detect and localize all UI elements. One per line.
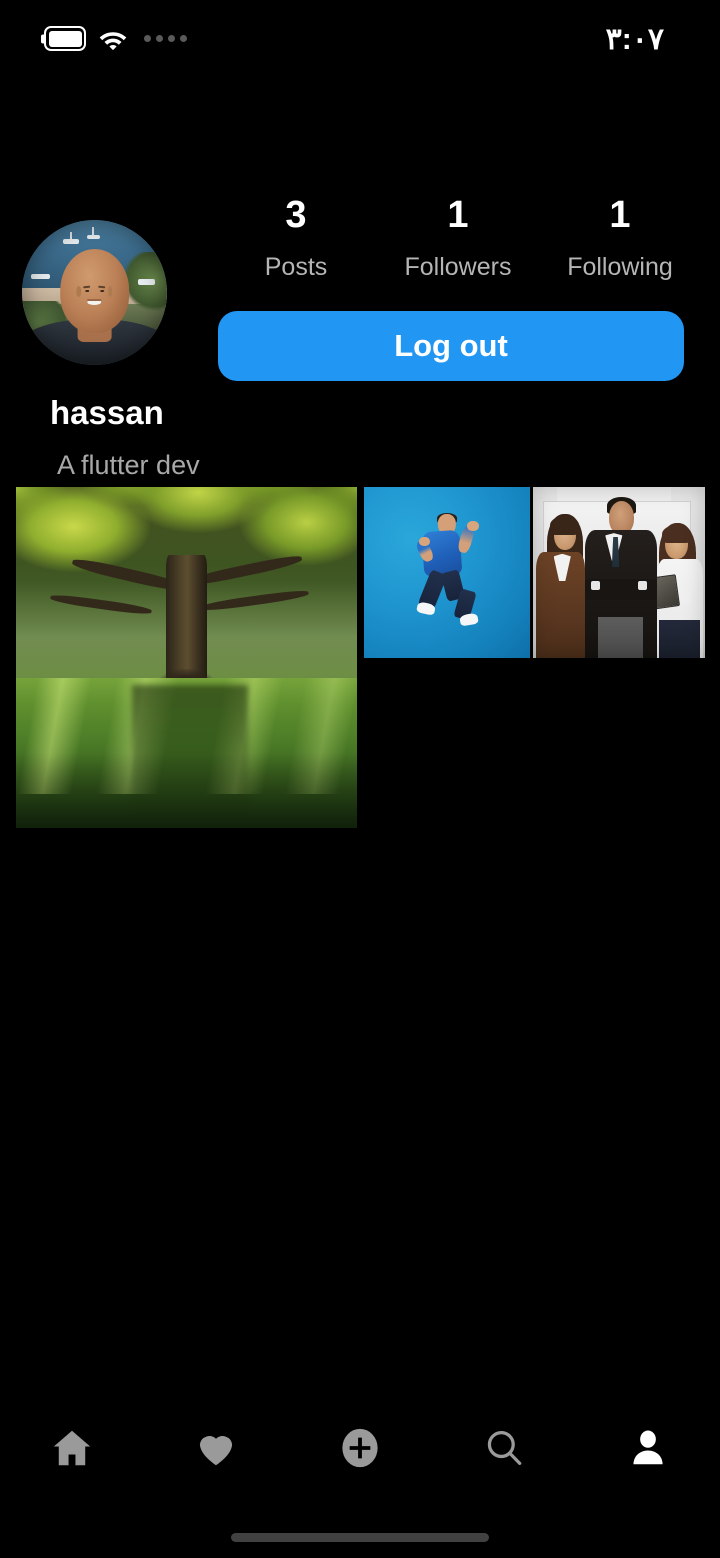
status-bar: ٣:٠٧ bbox=[0, 0, 720, 86]
avatar[interactable] bbox=[22, 220, 167, 365]
status-bar-left-group bbox=[44, 26, 187, 51]
person-icon bbox=[633, 1430, 663, 1465]
search-icon bbox=[487, 1431, 522, 1465]
stat-following-label: Following bbox=[567, 252, 673, 281]
nav-home[interactable] bbox=[0, 1400, 144, 1496]
plus-circle-icon bbox=[342, 1428, 378, 1468]
home-icon bbox=[53, 1430, 91, 1466]
profile-username: hassan bbox=[50, 394, 164, 431]
stat-followers[interactable]: 1 Followers bbox=[377, 194, 539, 282]
wifi-icon bbox=[99, 31, 127, 50]
nav-add[interactable] bbox=[288, 1400, 432, 1496]
signal-dot bbox=[144, 35, 151, 42]
profile-bio: A flutter dev bbox=[57, 450, 200, 480]
stat-following[interactable]: 1 Following bbox=[539, 194, 701, 282]
heart-icon bbox=[199, 1436, 233, 1466]
battery-fill bbox=[48, 30, 82, 47]
nav-search[interactable] bbox=[432, 1400, 576, 1496]
signal-dot bbox=[168, 35, 175, 42]
stat-posts[interactable]: 3 Posts bbox=[215, 194, 377, 282]
profile-stats: 3 Posts 1 Followers 1 Following bbox=[215, 194, 701, 282]
stat-followers-value: 1 bbox=[447, 194, 469, 236]
photo-grid bbox=[0, 487, 720, 832]
home-indicator[interactable] bbox=[231, 1533, 489, 1542]
status-bar-time: ٣:٠٧ bbox=[605, 23, 664, 56]
nav-activity[interactable] bbox=[144, 1400, 288, 1496]
logout-button[interactable]: Log out bbox=[218, 311, 684, 381]
signal-dots-icon bbox=[144, 35, 187, 42]
battery-full-icon bbox=[44, 26, 86, 51]
nav-profile[interactable] bbox=[576, 1400, 720, 1496]
stat-posts-label: Posts bbox=[264, 252, 328, 281]
bottom-navigation-bar bbox=[0, 1400, 720, 1496]
stat-posts-value: 3 bbox=[285, 194, 307, 236]
signal-dot bbox=[156, 35, 163, 42]
photo-jump[interactable] bbox=[364, 487, 530, 658]
signal-dot bbox=[180, 35, 187, 42]
photo-tree[interactable] bbox=[16, 487, 357, 828]
stat-following-value: 1 bbox=[609, 194, 631, 236]
avatar-image bbox=[22, 220, 167, 365]
stat-followers-label: Followers bbox=[404, 252, 512, 281]
photo-team[interactable] bbox=[533, 487, 705, 658]
